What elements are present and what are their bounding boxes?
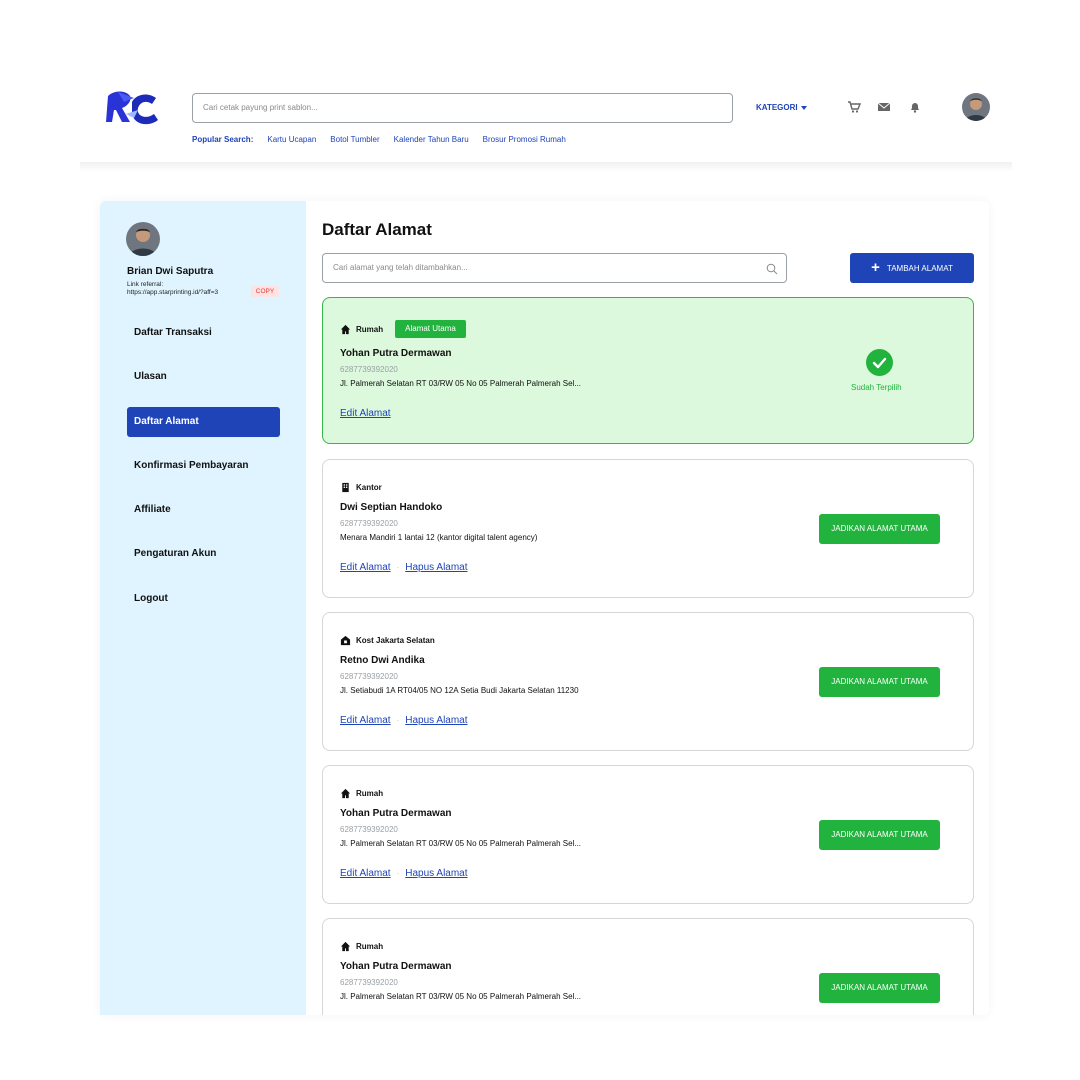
- sidebar-item-konfirmasi-pembayaran[interactable]: Konfirmasi Pembayaran: [127, 451, 280, 481]
- address-text: Jl. Setiabudi 1A RT04/05 NO 12A Setia Bu…: [340, 686, 579, 695]
- caret-down-icon: [800, 105, 807, 110]
- sidebar-item-daftar-transaksi[interactable]: Daftar Transaksi: [127, 318, 280, 348]
- address-search-input[interactable]: Cari alamat yang telah ditambahkan...: [322, 253, 787, 283]
- set-primary-address-button[interactable]: JADIKAN ALAMAT UTAMA: [819, 514, 940, 544]
- address-card: Kantor Dwi Septian Handoko 6287739392020…: [322, 459, 974, 598]
- sidebar-item-pengaturan-akun[interactable]: Pengaturan Akun: [127, 539, 280, 569]
- popular-search-label: Popular Search:: [192, 135, 254, 144]
- address-type: Rumah: [356, 942, 384, 951]
- popular-search: Popular Search: Kartu Ucapan Botol Tumbl…: [192, 135, 566, 144]
- add-address-label: TAMBAH ALAMAT: [886, 263, 953, 273]
- user-avatar: [126, 222, 160, 256]
- address-card: Rumah Yohan Putra Dermawan 6287739392020…: [322, 918, 974, 1015]
- copy-referral-button[interactable]: COPY: [251, 286, 279, 297]
- home-icon: [340, 941, 351, 952]
- delete-address-link[interactable]: Hapus Alamat: [405, 562, 467, 573]
- recipient-phone: 6287739392020: [340, 365, 398, 374]
- sidebar-item-daftar-alamat[interactable]: Daftar Alamat: [127, 407, 280, 437]
- plus-icon: +: [871, 259, 880, 276]
- address-type: Rumah: [356, 324, 384, 334]
- kategori-label: KATEGORI: [756, 103, 798, 112]
- popular-tag[interactable]: Kalender Tahun Baru: [394, 135, 469, 144]
- popular-tag[interactable]: Kartu Ucapan: [267, 135, 316, 144]
- sidebar-item-ulasan[interactable]: Ulasan: [127, 362, 280, 392]
- address-type: Kantor: [356, 483, 382, 492]
- edit-address-link[interactable]: Edit Alamat: [340, 408, 391, 419]
- address-card: Kost Jakarta Selatan Retno Dwi Andika 62…: [322, 612, 974, 751]
- address-card: Rumah Yohan Putra Dermawan 6287739392020…: [322, 765, 974, 904]
- header-search-input[interactable]: Cari cetak payung print sablon...: [192, 93, 733, 123]
- recipient-phone: 6287739392020: [340, 825, 398, 834]
- recipient-name: Yohan Putra Dermawan: [340, 348, 452, 359]
- recipient-name: Yohan Putra Dermawan: [340, 961, 452, 972]
- popular-tag[interactable]: Brosur Promosi Rumah: [483, 135, 566, 144]
- delete-address-link[interactable]: Hapus Alamat: [405, 868, 467, 879]
- bell-icon[interactable]: [908, 100, 922, 114]
- search-icon[interactable]: [766, 262, 778, 275]
- address-text: Jl. Palmerah Selatan RT 03/RW 05 No 05 P…: [340, 379, 582, 388]
- home-icon: [340, 324, 351, 334]
- selected-status: Sudah Terpilih: [851, 383, 902, 392]
- recipient-name: Dwi Septian Handoko: [340, 502, 443, 513]
- separator-dot: ·: [396, 869, 400, 878]
- brand-logo[interactable]: [104, 88, 162, 134]
- set-primary-address-button[interactable]: JADIKAN ALAMAT UTAMA: [819, 973, 940, 1003]
- edit-address-link[interactable]: Edit Alamat: [340, 562, 391, 573]
- kategori-dropdown[interactable]: KATEGORI: [756, 103, 807, 112]
- header-avatar[interactable]: [962, 93, 990, 121]
- address-card: Rumah Alamat Utama Yohan Putra Dermawan …: [322, 297, 974, 444]
- recipient-phone: 6287739392020: [340, 978, 398, 987]
- cart-icon[interactable]: [847, 100, 862, 114]
- building-icon: [342, 482, 349, 493]
- mail-icon[interactable]: [877, 100, 891, 114]
- separator-dot: ·: [396, 716, 400, 725]
- popular-tag[interactable]: Botol Tumbler: [330, 135, 379, 144]
- edit-address-link[interactable]: Edit Alamat: [340, 868, 391, 879]
- separator-dot: ·: [396, 563, 400, 572]
- check-circle-icon: [866, 349, 893, 376]
- sidebar-item-logout[interactable]: Logout: [127, 584, 280, 614]
- house-box-icon: [340, 635, 351, 646]
- address-text: Jl. Palmerah Selatan RT 03/RW 05 No 05 P…: [340, 839, 582, 848]
- recipient-phone: 6287739392020: [340, 672, 398, 681]
- delete-address-link[interactable]: Hapus Alamat: [405, 715, 467, 726]
- page-title: Daftar Alamat: [322, 220, 432, 239]
- sidebar-item-affiliate[interactable]: Affiliate: [127, 495, 280, 525]
- referral-label: Link referral:: [127, 281, 164, 288]
- primary-address-badge: Alamat Utama: [395, 320, 466, 338]
- set-primary-address-button[interactable]: JADIKAN ALAMAT UTAMA: [819, 667, 940, 697]
- user-name: Brian Dwi Saputra: [127, 266, 214, 277]
- header-divider: [80, 162, 1012, 172]
- recipient-name: Retno Dwi Andika: [340, 655, 425, 666]
- address-type: Kost Jakarta Selatan: [356, 636, 435, 645]
- address-type: Rumah: [356, 789, 384, 798]
- edit-address-link[interactable]: Edit Alamat: [340, 715, 391, 726]
- address-text: Menara Mandiri 1 lantai 12 (kantor digit…: [340, 533, 538, 542]
- home-icon: [340, 788, 351, 799]
- recipient-phone: 6287739392020: [340, 519, 398, 528]
- recipient-name: Yohan Putra Dermawan: [340, 808, 452, 819]
- referral-link: https://app.starprinting.id/?aff=3: [127, 289, 219, 296]
- set-primary-address-button[interactable]: JADIKAN ALAMAT UTAMA: [819, 820, 940, 850]
- address-text: Jl. Palmerah Selatan RT 03/RW 05 No 05 P…: [340, 992, 582, 1001]
- add-address-button[interactable]: + TAMBAH ALAMAT: [850, 253, 974, 283]
